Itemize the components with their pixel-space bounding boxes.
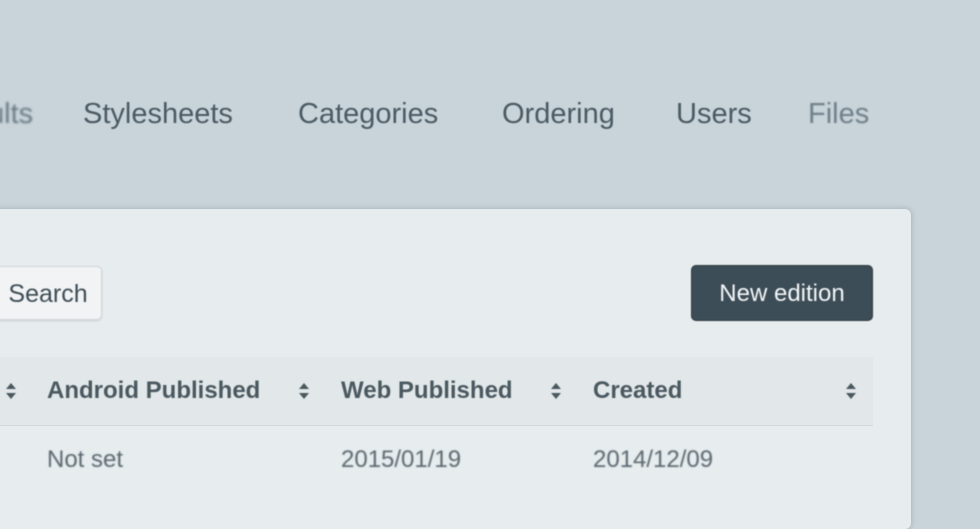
column-header-web-published[interactable]: Web Published: [341, 357, 513, 425]
nav-item-stylesheets[interactable]: Stylesheets: [83, 94, 233, 134]
nav-item-results[interactable]: ults: [0, 94, 33, 134]
column-header-created[interactable]: Created: [593, 357, 682, 425]
nav-item-files[interactable]: Files: [808, 94, 869, 134]
sort-icon[interactable]: [298, 382, 310, 400]
main-nav: ults Stylesheets Categories Ordering Use…: [0, 94, 980, 134]
search-button[interactable]: Search: [0, 266, 102, 320]
nav-item-users[interactable]: Users: [676, 94, 752, 134]
table-header: Android Published Web Published Created: [0, 357, 873, 426]
column-header-android-published[interactable]: Android Published: [47, 357, 260, 425]
sort-icon[interactable]: [5, 382, 17, 400]
nav-item-ordering[interactable]: Ordering: [502, 94, 615, 134]
sort-icon[interactable]: [845, 382, 857, 400]
sort-icon[interactable]: [550, 382, 562, 400]
cell-web-published: 2015/01/19: [341, 446, 462, 473]
table-row[interactable]: Not set 2015/01/19 2014/12/09: [0, 426, 873, 494]
cell-created: 2014/12/09: [593, 446, 714, 473]
nav-item-categories[interactable]: Categories: [298, 94, 438, 134]
new-edition-button[interactable]: New edition: [691, 265, 873, 321]
cell-android-published: Not set: [47, 446, 124, 473]
